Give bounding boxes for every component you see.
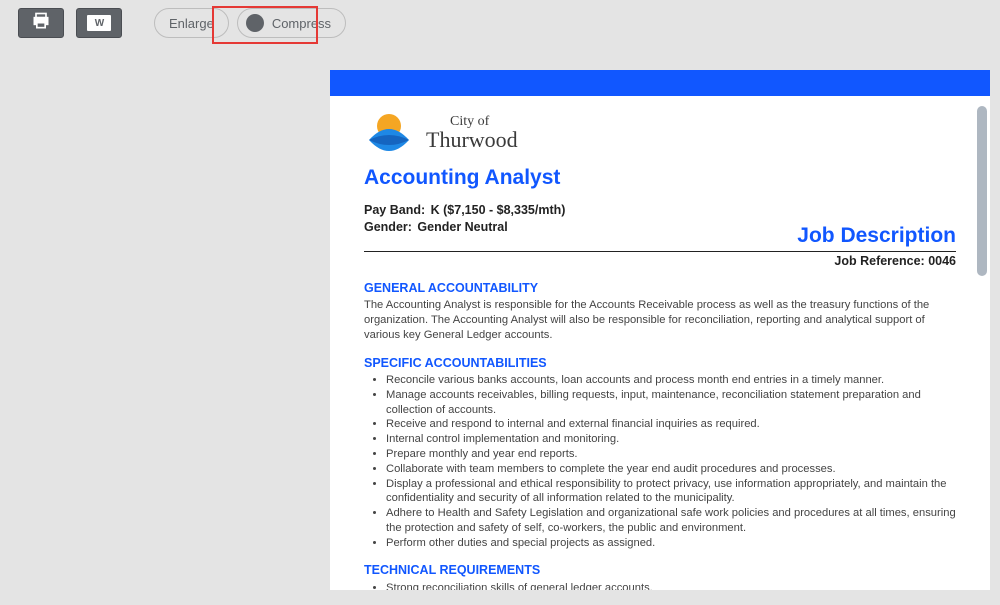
brand-main-line: Thurwood [426, 127, 518, 152]
section-general-title: GENERAL ACCOUNTABILITY [364, 280, 956, 297]
list-item: Prepare monthly and year end reports. [386, 447, 956, 462]
section-specific-title: SPECIFIC ACCOUNTABILITIES [364, 355, 956, 372]
compress-label: Compress [272, 16, 331, 31]
word-icon: W [87, 15, 111, 31]
document-body: GENERAL ACCOUNTABILITY The Accounting An… [364, 280, 956, 590]
section-specific-list: Reconcile various banks accounts, loan a… [364, 373, 956, 550]
job-reference: Job Reference: 0046 [364, 254, 956, 268]
pay-band-value: K ($7,150 - $8,335/mth) [431, 203, 566, 217]
toggle-dot-icon [246, 14, 264, 32]
list-item: Perform other duties and special project… [386, 536, 956, 551]
divider [364, 251, 956, 252]
brand-logo-icon [364, 108, 414, 158]
list-item: Internal control implementation and moni… [386, 432, 956, 447]
toolbar: W Enlarge Compress [18, 8, 346, 38]
list-item: Manage accounts receivables, billing req… [386, 388, 956, 418]
print-button[interactable] [18, 8, 64, 38]
job-reference-label: Job Reference: [834, 254, 924, 268]
document-header-bar [330, 70, 990, 96]
enlarge-label: Enlarge [169, 16, 214, 31]
list-item: Reconcile various banks accounts, loan a… [386, 373, 956, 388]
list-item: Display a professional and ethical respo… [386, 477, 956, 507]
brand-text: City of Thurwood [426, 115, 518, 151]
list-item: Strong reconciliation skills of general … [386, 581, 956, 590]
zoom-toggle-group: Enlarge Compress [154, 8, 346, 38]
list-item: Adhere to Health and Safety Legislation … [386, 506, 956, 536]
scrollbar-thumb[interactable] [977, 106, 987, 276]
section-technical-title: TECHNICAL REQUIREMENTS [364, 562, 956, 579]
list-item: Receive and respond to internal and exte… [386, 417, 956, 432]
printer-icon [31, 11, 51, 36]
section-general-body: The Accounting Analyst is responsible fo… [364, 298, 956, 342]
document-viewport: City of Thurwood Accounting Analyst Pay … [330, 70, 990, 590]
brand-row: City of Thurwood [364, 108, 956, 158]
export-word-button[interactable]: W [76, 8, 122, 38]
enlarge-button[interactable]: Enlarge [154, 8, 229, 38]
gender-label: Gender: [364, 220, 412, 234]
jd-heading: Job Description [797, 224, 956, 248]
section-technical-list: Strong reconciliation skills of general … [364, 581, 956, 590]
compress-button[interactable]: Compress [237, 8, 346, 38]
pay-band-label: Pay Band: [364, 203, 425, 217]
job-title: Accounting Analyst [364, 166, 956, 190]
list-item: Collaborate with team members to complet… [386, 462, 956, 477]
gender-value: Gender Neutral [417, 220, 507, 234]
document-scroll-area[interactable]: City of Thurwood Accounting Analyst Pay … [330, 96, 990, 590]
job-reference-value: 0046 [928, 254, 956, 268]
